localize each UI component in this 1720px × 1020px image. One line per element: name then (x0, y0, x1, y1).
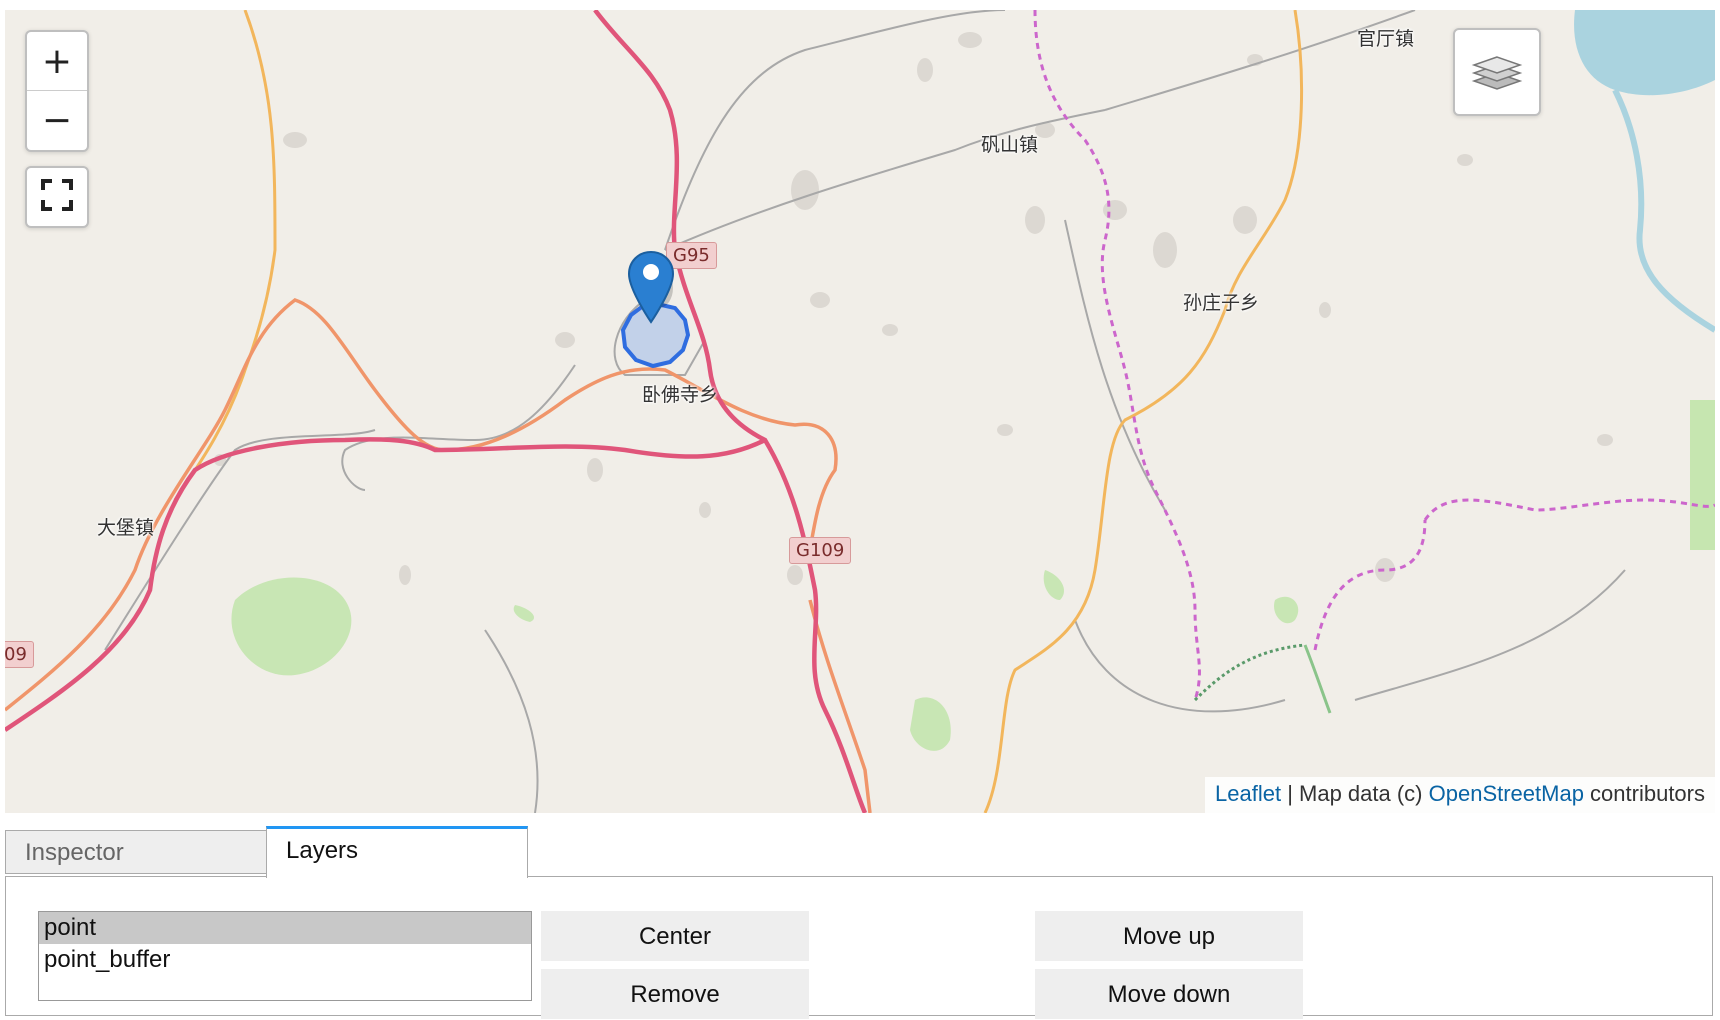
map-tiles (5, 10, 1715, 813)
tab-inspector[interactable]: Inspector (5, 830, 267, 874)
place-label-fanshan: 矾山镇 (981, 134, 1039, 156)
road-shield-g109-partial: 09 (5, 641, 34, 668)
layers-control-button[interactable] (1453, 28, 1541, 116)
center-button[interactable]: Center (541, 911, 809, 961)
leaflet-link[interactable]: Leaflet (1215, 781, 1281, 806)
map-canvas[interactable]: 官厅镇 矾山镇 孙庄子乡 卧佛寺乡 大堡镇 G95 G109 09 + − Le… (5, 10, 1715, 813)
fullscreen-button[interactable] (25, 166, 89, 228)
attribution-separator: | Map data (c) (1281, 781, 1429, 806)
road-shield-g109: G109 (789, 537, 852, 564)
map-marker-icon[interactable] (627, 250, 675, 326)
place-label-sunzhuangzi: 孙庄子乡 (1183, 292, 1260, 314)
remove-button[interactable]: Remove (541, 969, 809, 1019)
layer-item-point[interactable]: point (39, 912, 531, 944)
move-up-button[interactable]: Move up (1035, 911, 1303, 961)
place-label-dabao: 大堡镇 (97, 517, 155, 539)
fullscreen-icon (41, 178, 73, 216)
place-label-guanting: 官厅镇 (1357, 28, 1415, 50)
place-label-wofosi: 卧佛寺乡 (642, 384, 719, 406)
openstreetmap-link[interactable]: OpenStreetMap (1429, 781, 1584, 806)
move-down-button[interactable]: Move down (1035, 969, 1303, 1019)
layer-item-point-buffer[interactable]: point_buffer (39, 944, 531, 976)
map-attribution: Leaflet | Map data (c) OpenStreetMap con… (1205, 777, 1715, 813)
zoom-control: + − (25, 30, 89, 152)
zoom-in-button[interactable]: + (27, 32, 87, 90)
layer-listbox[interactable]: point point_buffer (38, 911, 532, 1001)
layers-panel: point point_buffer Center Remove Move up… (5, 876, 1713, 1019)
zoom-out-button[interactable]: − (27, 90, 87, 149)
attribution-tail: contributors (1583, 781, 1705, 806)
layers-icon (1470, 43, 1524, 102)
tab-layers[interactable]: Layers (266, 826, 528, 878)
